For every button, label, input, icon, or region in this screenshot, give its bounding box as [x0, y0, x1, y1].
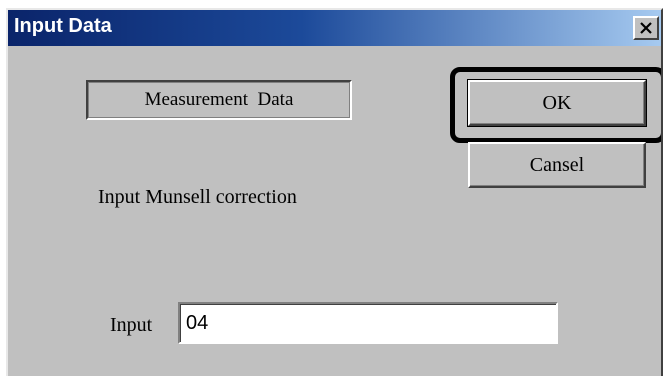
input-data-dialog: Input Data Measurement Data OK Cansel In…	[6, 8, 663, 376]
window-title: Input Data	[14, 15, 112, 37]
munsell-prompt-text: Input Munsell correction	[98, 186, 297, 208]
close-button[interactable]	[633, 16, 659, 40]
input-label: Input	[110, 314, 153, 336]
input-field[interactable]	[178, 302, 558, 344]
cancel-button[interactable]: Cansel	[468, 142, 646, 188]
measurement-data-label: Measurement Data	[86, 80, 352, 120]
title-bar[interactable]: Input Data	[8, 10, 661, 46]
close-x-icon	[639, 21, 653, 35]
ok-button[interactable]: OK	[467, 79, 647, 127]
